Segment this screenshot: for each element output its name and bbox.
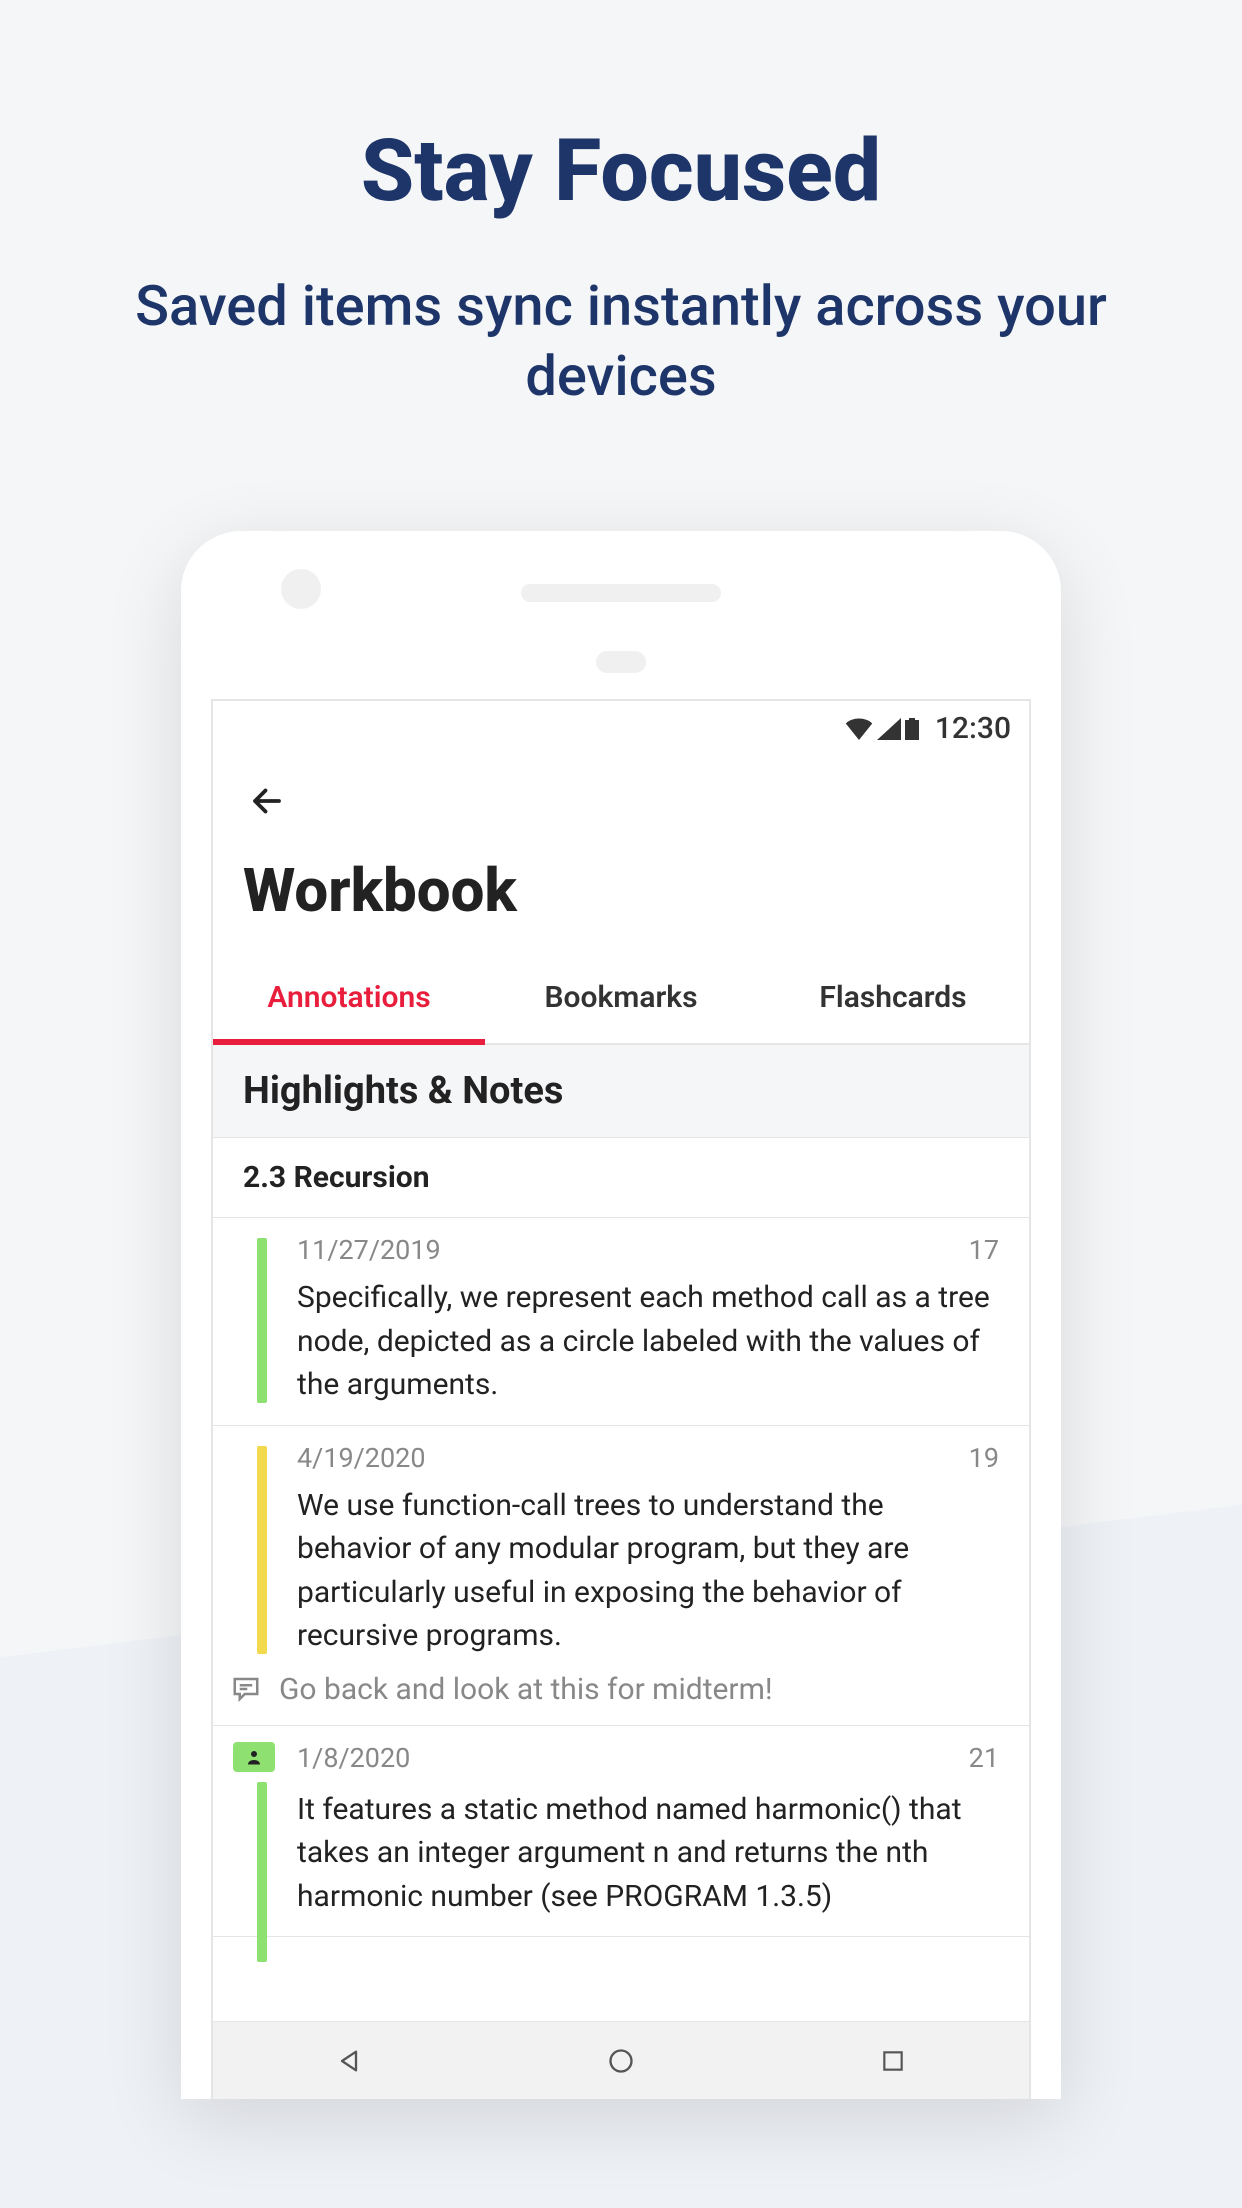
note-comment: Go back and look at this for midterm! (231, 1672, 999, 1707)
note-text: Specifically, we represent each method c… (297, 1276, 999, 1407)
nav-home-button[interactable] (603, 2043, 639, 2079)
status-time: 12:30 (935, 711, 1011, 746)
note-date: 4/19/2020 (297, 1442, 426, 1474)
note-date: 1/8/2020 (297, 1742, 410, 1774)
note-text: It features a static method named harmon… (297, 1788, 999, 1919)
note-page: 21 (969, 1742, 999, 1774)
tab-bar: Annotations Bookmarks Flashcards (213, 956, 1029, 1045)
note-item[interactable]: 11/27/2019 17 Specifically, we represent… (213, 1218, 1029, 1426)
circle-home-icon (607, 2047, 635, 2075)
battery-icon (905, 718, 919, 740)
nav-recents-button[interactable] (875, 2043, 911, 2079)
wifi-icon (845, 718, 873, 740)
hero-subtitle: Saved items sync instantly across your d… (0, 271, 1242, 411)
tab-annotations[interactable]: Annotations (213, 956, 485, 1045)
comment-icon (231, 1674, 261, 1704)
cellular-icon (877, 718, 901, 740)
user-badge (233, 1742, 275, 1772)
phone-mockup: 12:30 Workbook Annotations Bookmarks Fla… (181, 531, 1061, 2099)
highlight-bar-green (257, 1782, 267, 1962)
note-date: 11/27/2019 (297, 1234, 441, 1266)
person-icon (245, 1748, 263, 1766)
notes-list[interactable]: 11/27/2019 17 Specifically, we represent… (213, 1218, 1029, 2021)
back-button[interactable] (243, 772, 291, 839)
note-page: 19 (969, 1442, 999, 1474)
phone-screen: 12:30 Workbook Annotations Bookmarks Fla… (211, 699, 1031, 2099)
hero-title: Stay Focused (0, 120, 1242, 221)
nav-back-button[interactable] (331, 2043, 367, 2079)
highlight-bar-green (257, 1238, 267, 1403)
note-item[interactable]: 1/8/2020 21 It features a static method … (213, 1726, 1029, 1938)
arrow-left-icon (249, 783, 285, 819)
phone-hardware-top (211, 569, 1031, 699)
note-page: 17 (969, 1234, 999, 1266)
tab-flashcards[interactable]: Flashcards (757, 956, 1029, 1043)
app-header: Workbook (213, 752, 1029, 936)
status-bar: 12:30 (213, 701, 1029, 752)
highlight-bar-yellow (257, 1446, 267, 1654)
note-comment-text: Go back and look at this for midterm! (279, 1672, 773, 1707)
triangle-back-icon (335, 2047, 363, 2075)
square-recents-icon (880, 2048, 906, 2074)
hero-section: Stay Focused Saved items sync instantly … (0, 0, 1242, 411)
tab-bookmarks[interactable]: Bookmarks (485, 956, 757, 1043)
note-text: We use function-call trees to understand… (297, 1484, 999, 1658)
chapter-label: 2.3 Recursion (213, 1138, 1029, 1218)
note-item[interactable]: 4/19/2020 19 We use function-call trees … (213, 1426, 1029, 1726)
android-nav-bar (213, 2021, 1029, 2099)
page-title: Workbook (243, 855, 999, 926)
section-header: Highlights & Notes (213, 1045, 1029, 1138)
